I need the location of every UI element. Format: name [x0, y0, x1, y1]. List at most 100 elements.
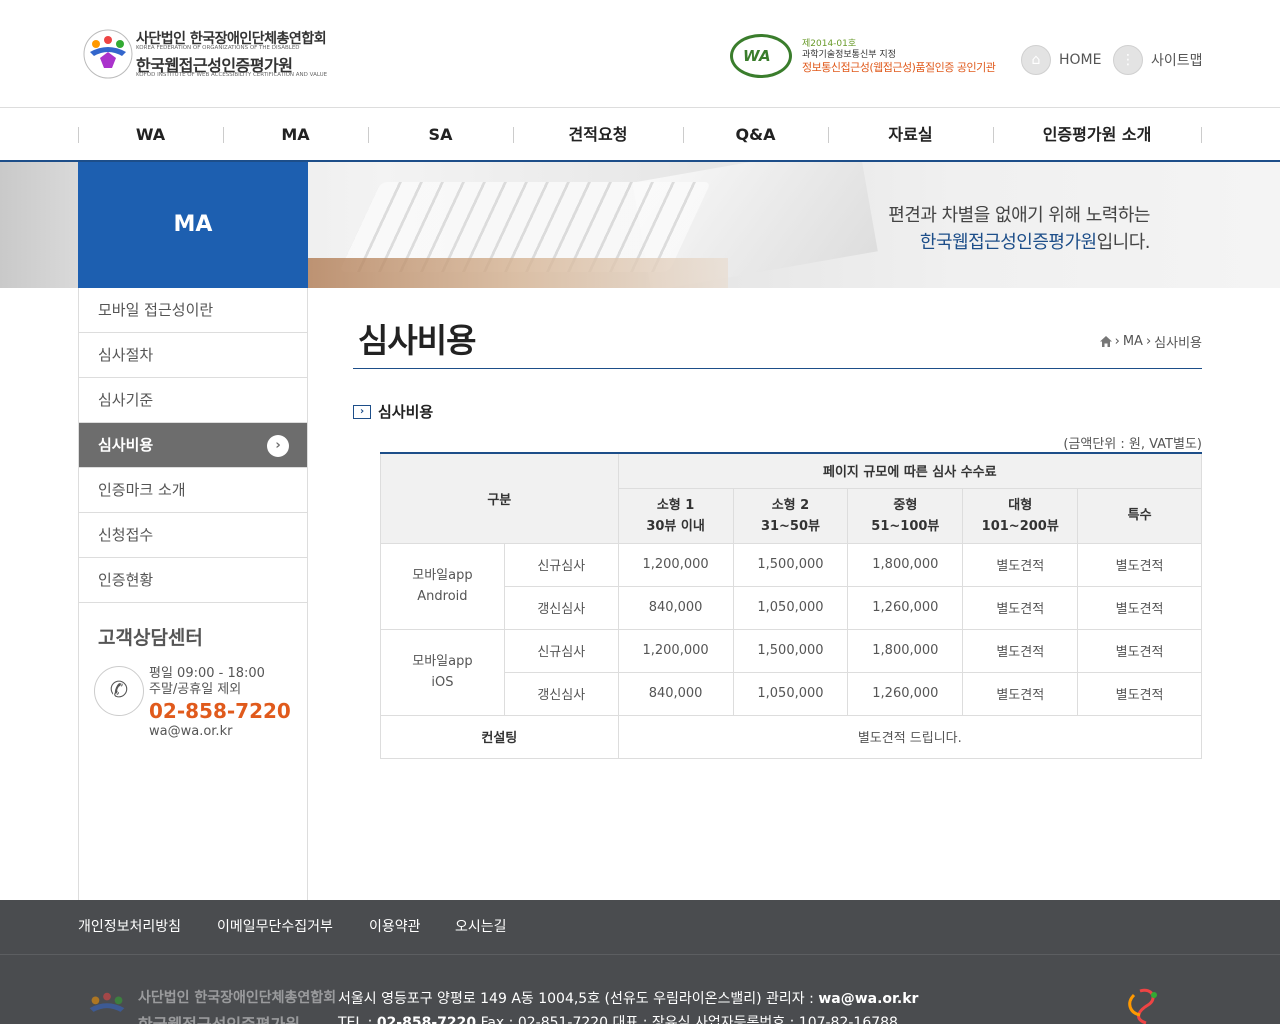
sidebar-item-mobile-accessibility[interactable]: 모바일 접근성이란: [79, 288, 307, 333]
gnb-item-sa[interactable]: SA: [368, 109, 513, 160]
fee-cell: 1,200,000: [617, 628, 734, 673]
section-heading: › 심사비용: [353, 401, 433, 422]
sidebar-item-status[interactable]: 인증현황: [79, 558, 307, 603]
hours-weekend: 주말/공휴일 제외: [149, 682, 242, 697]
fee-cell: 별도견적: [962, 671, 1079, 716]
column-header: 중형 51~100뷰: [847, 487, 964, 544]
site-logo[interactable]: 사단법인 한국장애인단체총연합회 KOREA FEDERATION OF ORG…: [82, 28, 327, 80]
column-size: 소형 1: [656, 497, 695, 513]
gnb-item-ma[interactable]: MA: [223, 109, 368, 160]
sitemap-icon: ⋮: [1113, 45, 1143, 75]
home-label: HOME: [1059, 52, 1102, 68]
gnb-item-estimate[interactable]: 견적요청: [513, 109, 683, 160]
header-fee-group: 페이지 규모에 따른 심사 수수료: [617, 452, 1203, 489]
breadcrumb-separator-icon: ›: [1145, 334, 1152, 349]
home-icon: ⌂: [1021, 45, 1051, 75]
footer-address: 서울시 영등포구 양평로 149 A동 1004,5호 (선유도 우림라이온스밸…: [338, 987, 918, 1024]
home-icon[interactable]: [1099, 336, 1112, 347]
column-header: 소형 1 30뷰 이내: [617, 487, 734, 544]
sidebar-item-label: 심사절차: [98, 346, 154, 364]
breadcrumb-item[interactable]: MA: [1123, 334, 1143, 349]
footer-logo: 사단법인 한국장애인단체총연합회 한국웹접근성인증평가원: [82, 985, 336, 1024]
fee-cell: 별도견적: [962, 628, 1079, 673]
platform-name: 모바일app: [412, 654, 473, 669]
gnb-divider: [1201, 127, 1202, 143]
banner-slogan: 편견과 차별을 없애기 위해 노력하는 한국웹접근성인증평가원입니다.: [888, 202, 1150, 256]
sitemap-link[interactable]: ⋮ 사이트맵: [1113, 44, 1203, 76]
sidebar-item-label: 인증현황: [98, 571, 154, 589]
review-type-cell: 신규심사: [503, 542, 619, 587]
fee-cell: 1,800,000: [847, 628, 964, 673]
customer-center-phone[interactable]: 02-858-7220: [149, 699, 291, 723]
platform-os: Android: [417, 589, 468, 604]
consulting-value-cell: 별도견적 드립니다.: [617, 714, 1203, 759]
fee-cell: 별도견적: [1077, 671, 1202, 716]
review-type-cell: 신규심사: [503, 628, 619, 673]
footer-tel[interactable]: 02-858-7220: [377, 1015, 476, 1024]
fee-cell: 1,050,000: [732, 585, 849, 630]
section-heading-text: 심사비용: [378, 403, 434, 421]
page-title: 심사비용: [358, 321, 476, 360]
gnb-item-wa[interactable]: WA: [78, 109, 223, 160]
chevron-box-icon: ›: [353, 404, 371, 419]
tel-label: TEL :: [338, 1015, 377, 1024]
sub-visual-banner: MA 편견과 차별을 없애기 위해 노력하는 한국웹접근성인증평가원입니다.: [0, 162, 1280, 288]
wa-mark-icon: WA: [730, 34, 792, 78]
footer-link-no-email-collection[interactable]: 이메일무단수집거부: [217, 900, 333, 955]
sidebar-item-label: 인증마크 소개: [98, 481, 186, 499]
hours-weekday: 평일 09:00 - 18:00: [149, 666, 265, 681]
phone-icon: ✆: [94, 666, 144, 716]
logo-subtitle-en: KOREA FEDERATION OF ORGANIZATIONS OF THE…: [136, 45, 300, 51]
gnb-item-about[interactable]: 인증평가원 소개: [993, 109, 1201, 160]
sidebar-item-cert-mark[interactable]: 인증마크 소개: [79, 468, 307, 513]
sidebar-item-label: 심사기준: [98, 391, 154, 409]
column-header: 특수: [1077, 487, 1202, 544]
customer-center-email[interactable]: wa@wa.or.kr: [149, 724, 232, 739]
fee-cell: 1,260,000: [847, 585, 964, 630]
gnb-item-qna[interactable]: Q&A: [683, 109, 828, 160]
breadcrumb-separator-icon: ›: [1114, 334, 1120, 349]
table-row: 모바일app iOS 신규심사 1,200,000 1,500,000 1,800…: [380, 628, 1202, 716]
sidebar-item-criteria[interactable]: 심사기준: [79, 378, 307, 423]
fee-cell: 별도견적: [962, 542, 1079, 587]
logo-institute-en: KOFOD INSTITUTE OF WEB ACCESSIBILITY CER…: [136, 72, 328, 78]
review-type-cell: 갱신심사: [503, 585, 619, 630]
admin-email[interactable]: wa@wa.or.kr: [818, 991, 918, 1007]
footer-emblem-icon: [1128, 988, 1157, 1024]
sitemap-label: 사이트맵: [1151, 53, 1203, 69]
address-text: 서울시 영등포구 양평로 149 A동 1004,5호 (선유도 우림라이온스밸…: [338, 991, 819, 1007]
slogan-line1: 편견과 차별을 없애기 위해 노력하는: [888, 205, 1150, 226]
table-row: 갱신심사 840,000 1,050,000 1,260,000 별도견적 별도…: [381, 671, 1202, 716]
fee-cell: 별도견적: [1077, 542, 1202, 587]
footer: 사단법인 한국장애인단체총연합회 한국웹접근성인증평가원 서울시 영등포구 양평…: [0, 955, 1280, 1024]
footer-address-line2: TEL : 02-858-7220 Fax : 02-851-7220 대표 :…: [338, 1011, 918, 1024]
table-row: 컨설팅 별도견적 드립니다.: [380, 714, 1203, 759]
platform-name: 모바일app: [412, 568, 473, 583]
footer-link-terms[interactable]: 이용약관: [369, 900, 421, 955]
table-row: 모바일app Android 신규심사 1,200,000 1,500,000 1…: [380, 542, 1202, 630]
slogan-highlight: 한국웹접근성인증평가원: [919, 232, 1097, 253]
column-size: 중형: [893, 497, 918, 513]
platform-cell: 모바일app iOS: [380, 628, 505, 716]
column-size: 특수: [1127, 508, 1152, 523]
gnb-item-archive[interactable]: 자료실: [828, 109, 993, 160]
platform-os: iOS: [431, 675, 454, 690]
breadcrumb: › MA › 심사비용: [1099, 332, 1202, 351]
fee-cell: 1,200,000: [617, 542, 734, 587]
sidebar-item-fees[interactable]: 심사비용 ›: [79, 423, 307, 468]
certification-badge: WA 제2014-01호 과학기술정보통신부 지정 정보통신접근성(웹접근성)품…: [730, 34, 1020, 80]
footer-link-directions[interactable]: 오시는길: [455, 900, 507, 955]
sidebar-item-label: 모바일 접근성이란: [98, 301, 214, 319]
sidebar-item-procedure[interactable]: 심사절차: [79, 333, 307, 378]
home-link[interactable]: ⌂ HOME: [1021, 44, 1101, 76]
footer-logo-title: 사단법인 한국장애인단체총연합회: [138, 990, 337, 1006]
sidebar-item-application[interactable]: 신청접수: [79, 513, 307, 558]
column-range: 51~100뷰: [871, 518, 940, 534]
page: 사단법인 한국장애인단체총연합회 KOREA FEDERATION OF ORG…: [0, 0, 1280, 1024]
review-type-cell: 갱신심사: [503, 671, 619, 716]
footer-link-privacy[interactable]: 개인정보처리방침: [78, 900, 181, 955]
section-title-box: MA: [78, 162, 308, 288]
platform-cell: 모바일app Android: [380, 542, 505, 630]
fee-cell: 840,000: [617, 671, 734, 716]
header: 사단법인 한국장애인단체총연합회 KOREA FEDERATION OF ORG…: [0, 0, 1280, 108]
